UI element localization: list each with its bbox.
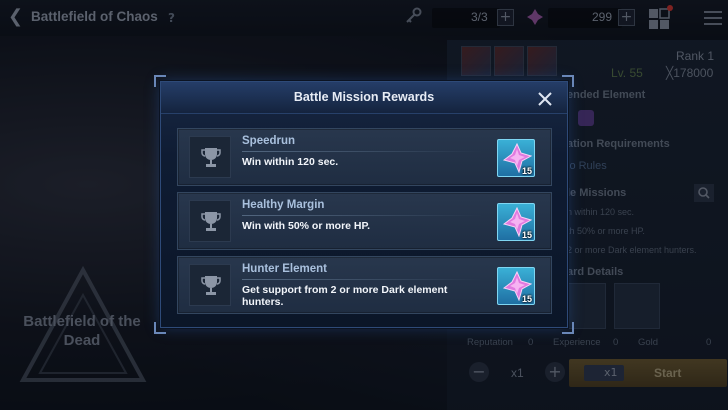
mission-divider <box>242 151 482 152</box>
mission-card: Healthy Margin Win with 50% or more HP. … <box>177 192 552 250</box>
mission-title: Speedrun <box>242 135 296 147</box>
reward-tile[interactable]: 15 <box>497 267 535 305</box>
mission-description: Win with 50% or more HP. <box>242 220 371 232</box>
close-icon[interactable] <box>536 90 554 108</box>
trophy-icon <box>201 276 221 295</box>
trophy-slot <box>189 136 231 178</box>
trophy-icon <box>201 212 221 231</box>
dialog-header: Battle Mission Rewards <box>161 82 567 114</box>
mission-card: Hunter Element Get support from 2 or mor… <box>177 256 552 314</box>
mission-divider <box>242 279 482 280</box>
battle-mission-rewards-dialog: Battle Mission Rewards Speedrun Win with… <box>160 81 568 328</box>
mission-title: Healthy Margin <box>242 199 325 211</box>
reward-tile[interactable]: 15 <box>497 139 535 177</box>
reward-count: 15 <box>521 294 532 304</box>
trophy-slot <box>189 264 231 306</box>
reward-count: 15 <box>521 166 532 176</box>
reward-tile[interactable]: 15 <box>497 203 535 241</box>
mission-title: Hunter Element <box>242 263 327 275</box>
trophy-icon <box>201 148 221 167</box>
reward-count: 15 <box>521 230 532 240</box>
trophy-slot <box>189 200 231 242</box>
mission-description: Get support from 2 or more Dark element … <box>242 284 448 308</box>
mission-card: Speedrun Win within 120 sec. 15 <box>177 128 552 186</box>
mission-divider <box>242 215 482 216</box>
mission-description: Win within 120 sec. <box>242 156 339 168</box>
dialog-title: Battle Mission Rewards <box>293 90 435 104</box>
